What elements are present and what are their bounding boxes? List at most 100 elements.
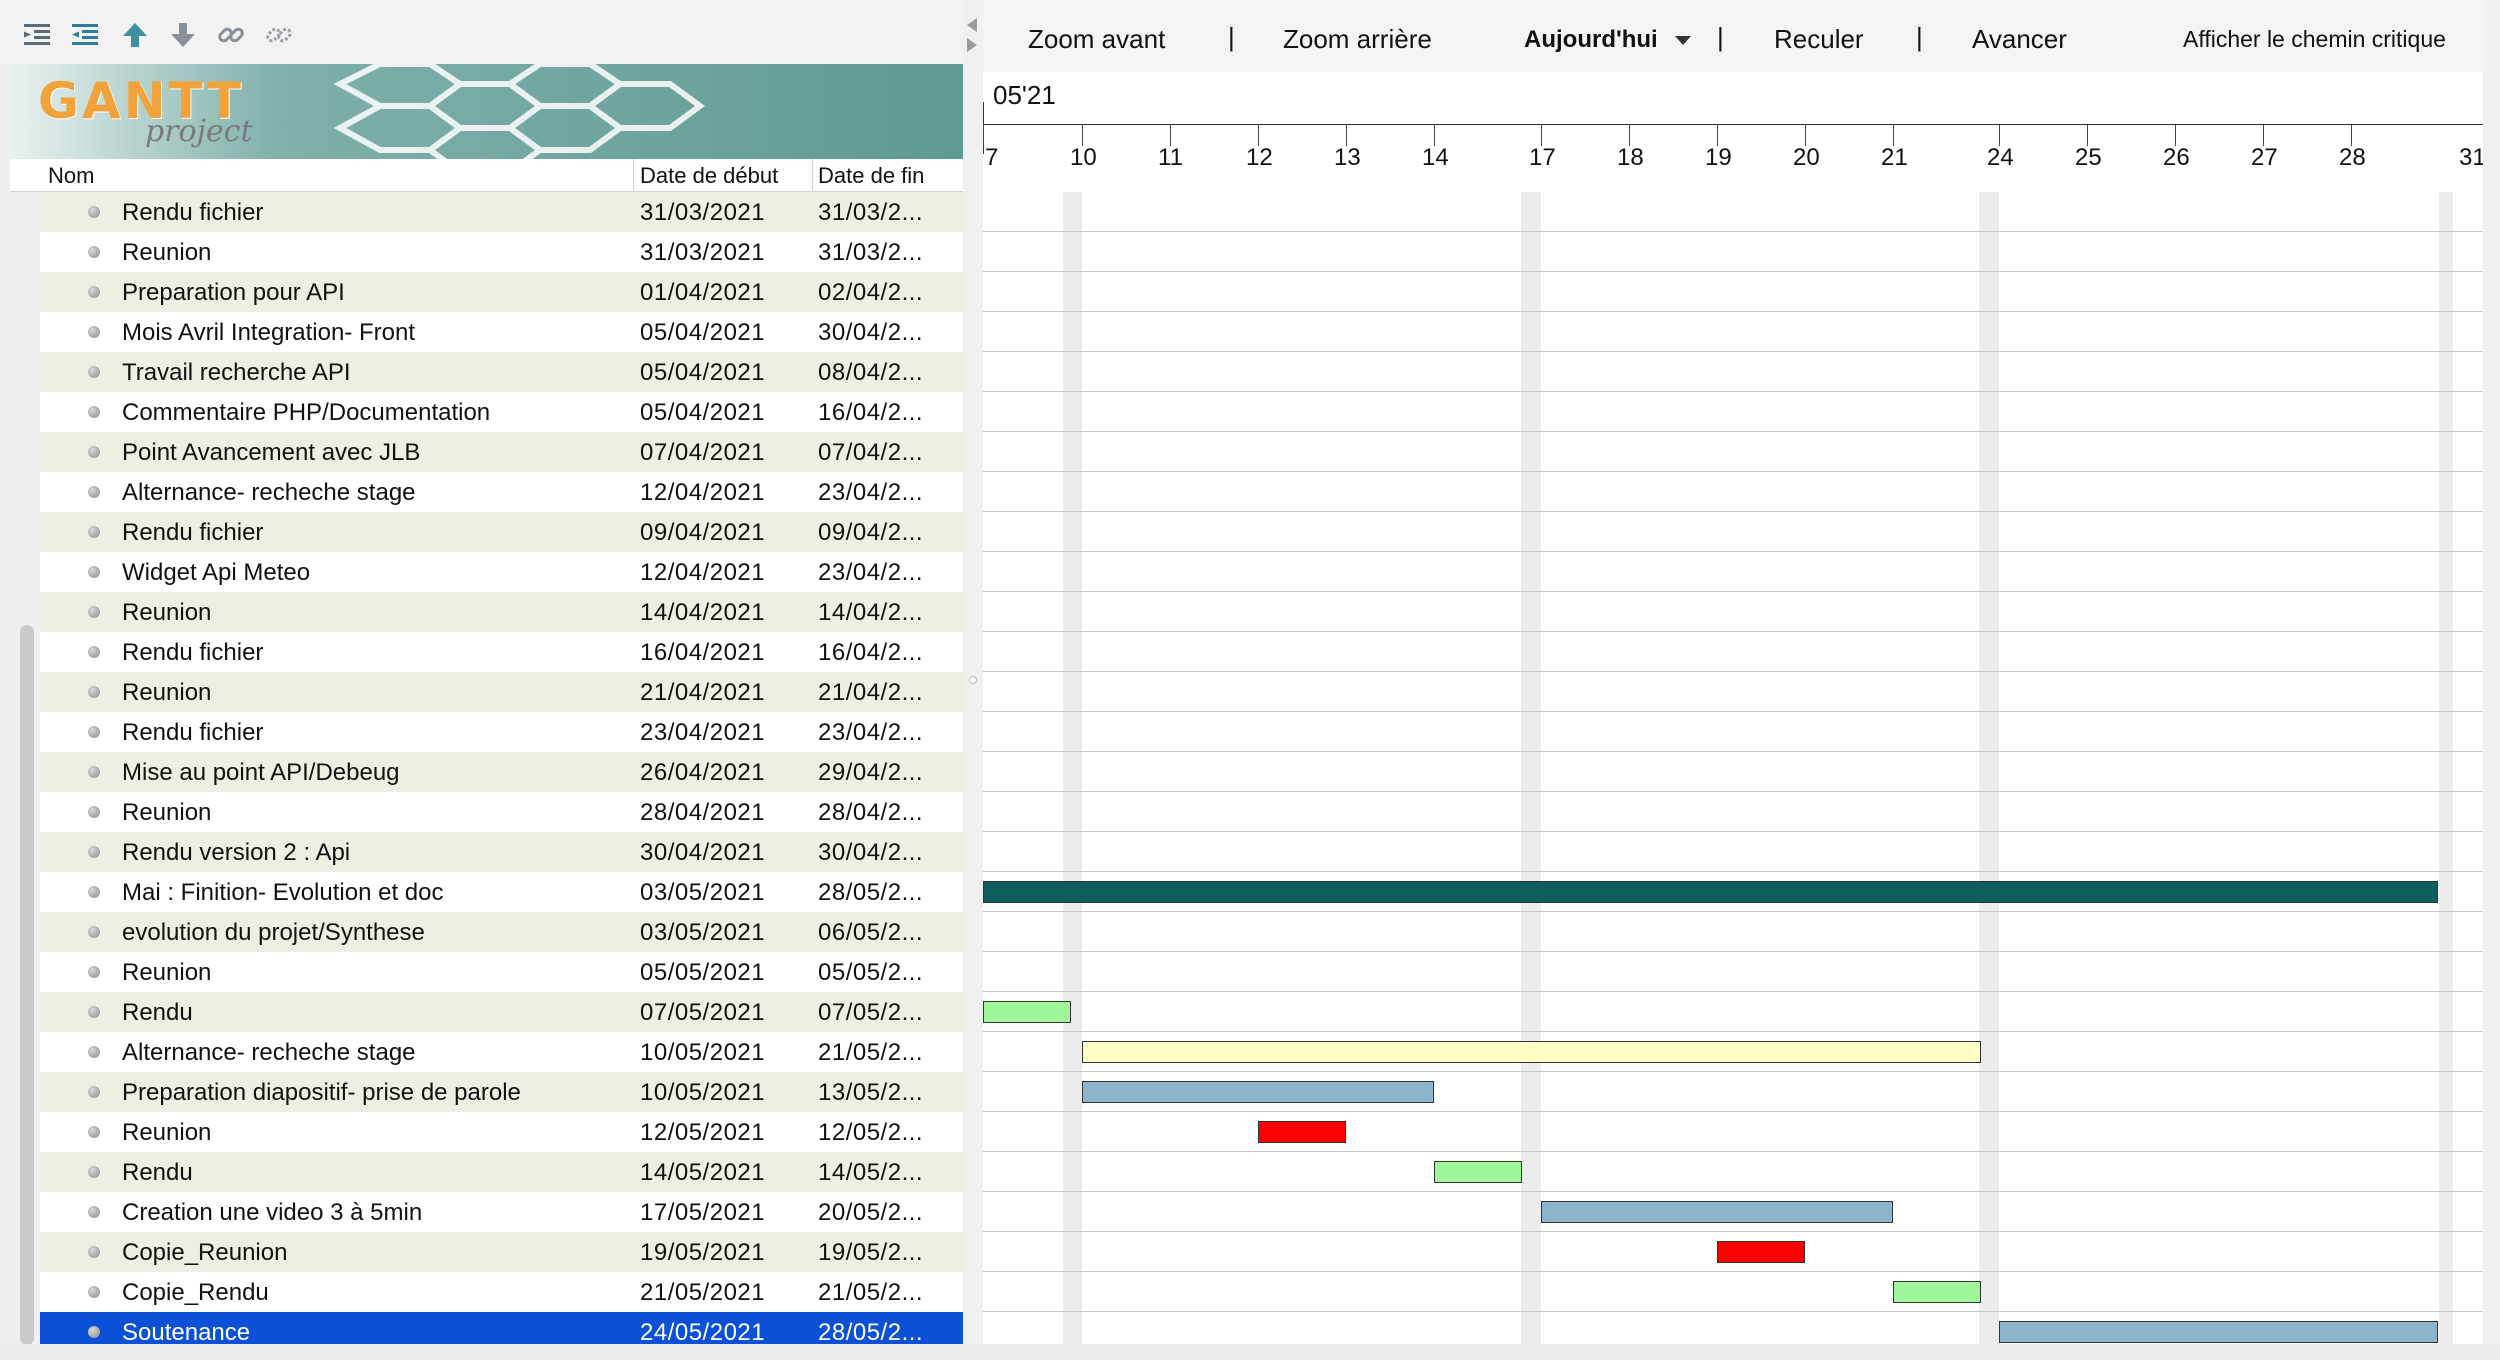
collapse-left-icon[interactable] xyxy=(967,18,977,32)
column-header-name[interactable]: Nom xyxy=(48,163,94,189)
task-row[interactable]: Rendu fichier 31/03/2021 31/03/2... xyxy=(40,192,963,232)
task-end-date[interactable]: 28/04/2... xyxy=(818,799,923,827)
task-name[interactable]: Reunion xyxy=(122,799,211,827)
indent-icon[interactable] xyxy=(68,18,102,52)
task-start-date[interactable]: 01/04/2021 xyxy=(640,279,765,307)
task-end-date[interactable]: 31/03/2... xyxy=(818,199,923,227)
task-end-date[interactable]: 23/04/2... xyxy=(818,559,923,587)
task-row[interactable]: Rendu fichier 09/04/2021 09/04/2... xyxy=(40,512,963,552)
task-end-date[interactable]: 09/04/2... xyxy=(818,519,923,547)
task-start-date[interactable]: 10/05/2021 xyxy=(640,1039,765,1067)
task-start-date[interactable]: 17/05/2021 xyxy=(640,1199,765,1227)
column-separator[interactable] xyxy=(812,159,813,192)
task-name[interactable]: Rendu fichier xyxy=(122,199,263,227)
task-name[interactable]: Rendu fichier xyxy=(122,719,263,747)
task-end-date[interactable]: 02/04/2... xyxy=(818,279,923,307)
task-row[interactable]: Alternance- recheche stage 12/04/2021 23/0… xyxy=(40,472,963,512)
task-bar[interactable] xyxy=(1999,1321,2438,1343)
task-start-date[interactable]: 03/05/2021 xyxy=(640,919,765,947)
task-name[interactable]: Preparation pour API xyxy=(122,279,345,307)
task-end-date[interactable]: 21/05/2... xyxy=(818,1279,923,1307)
task-bar[interactable] xyxy=(1893,1281,1981,1303)
task-start-date[interactable]: 12/04/2021 xyxy=(640,559,765,587)
task-name[interactable]: Rendu xyxy=(122,1159,193,1187)
task-start-date[interactable]: 28/04/2021 xyxy=(640,799,765,827)
task-row[interactable]: Copie_Reunion 19/05/2021 19/05/2... xyxy=(40,1232,963,1272)
task-bar[interactable] xyxy=(1082,1041,1981,1063)
task-name[interactable]: Copie_Rendu xyxy=(122,1279,269,1307)
task-start-date[interactable]: 21/05/2021 xyxy=(640,1279,765,1307)
task-end-date[interactable]: 19/05/2... xyxy=(818,1239,923,1267)
task-end-date[interactable]: 14/04/2... xyxy=(818,599,923,627)
task-end-date[interactable]: 31/03/2... xyxy=(818,239,923,267)
task-bar[interactable] xyxy=(1434,1161,1522,1183)
task-bar[interactable] xyxy=(1258,1121,1346,1143)
task-end-date[interactable]: 28/05/2... xyxy=(818,1319,923,1347)
task-row[interactable]: Mai : Finition- Evolution et doc 03/05/20… xyxy=(40,872,963,912)
task-start-date[interactable]: 07/05/2021 xyxy=(640,999,765,1027)
task-start-date[interactable]: 05/04/2021 xyxy=(640,319,765,347)
task-row[interactable]: Reunion 05/05/2021 05/05/2... xyxy=(40,952,963,992)
task-start-date[interactable]: 24/05/2021 xyxy=(640,1319,765,1347)
task-name[interactable]: Point Avancement avec JLB xyxy=(122,439,420,467)
task-row[interactable]: Rendu version 2 : Api 30/04/2021 30/04/2..… xyxy=(40,832,963,872)
task-row[interactable]: Rendu fichier 16/04/2021 16/04/2... xyxy=(40,632,963,672)
task-start-date[interactable]: 09/04/2021 xyxy=(640,519,765,547)
task-row[interactable]: Rendu fichier 23/04/2021 23/04/2... xyxy=(40,712,963,752)
task-end-date[interactable]: 16/04/2... xyxy=(818,399,923,427)
column-separator[interactable] xyxy=(633,159,634,192)
chevron-down-icon[interactable] xyxy=(1675,36,1691,45)
move-down-icon[interactable] xyxy=(166,18,200,52)
task-row[interactable]: Preparation diapositif- prise de parole 1… xyxy=(40,1072,963,1112)
task-row[interactable]: Rendu 14/05/2021 14/05/2... xyxy=(40,1152,963,1192)
task-end-date[interactable]: 21/04/2... xyxy=(818,679,923,707)
task-name[interactable]: Alternance- recheche stage xyxy=(122,479,416,507)
task-start-date[interactable]: 16/04/2021 xyxy=(640,639,765,667)
task-row[interactable]: Commentaire PHP/Documentation 05/04/2021 1… xyxy=(40,392,963,432)
today-dropdown[interactable]: Aujourd'hui xyxy=(1524,26,1658,54)
gantt-chart-area[interactable] xyxy=(983,192,2483,1344)
task-start-date[interactable]: 03/05/2021 xyxy=(640,879,765,907)
task-name[interactable]: Rendu fichier xyxy=(122,519,263,547)
task-row[interactable]: Reunion 31/03/2021 31/03/2... xyxy=(40,232,963,272)
task-start-date[interactable]: 31/03/2021 xyxy=(640,239,765,267)
collapse-right-icon[interactable] xyxy=(967,38,977,52)
outdent-icon[interactable] xyxy=(20,18,54,52)
task-end-date[interactable]: 07/04/2... xyxy=(818,439,923,467)
task-name[interactable]: Mise au point API/Debeug xyxy=(122,759,400,787)
task-end-date[interactable]: 05/05/2... xyxy=(818,959,923,987)
zoom-out-button[interactable]: Zoom arrière xyxy=(1283,24,1432,55)
task-start-date[interactable]: 31/03/2021 xyxy=(640,199,765,227)
task-end-date[interactable]: 07/05/2... xyxy=(818,999,923,1027)
task-end-date[interactable]: 30/04/2... xyxy=(818,839,923,867)
task-start-date[interactable]: 05/04/2021 xyxy=(640,399,765,427)
task-row[interactable]: Reunion 12/05/2021 12/05/2... xyxy=(40,1112,963,1152)
task-name[interactable]: Widget Api Meteo xyxy=(122,559,310,587)
task-name[interactable]: Reunion xyxy=(122,1119,211,1147)
task-name[interactable]: Rendu fichier xyxy=(122,639,263,667)
task-row[interactable]: Reunion 28/04/2021 28/04/2... xyxy=(40,792,963,832)
task-name[interactable]: Mai : Finition- Evolution et doc xyxy=(122,879,443,907)
task-start-date[interactable]: 12/05/2021 xyxy=(640,1119,765,1147)
task-row[interactable]: Rendu 07/05/2021 07/05/2... xyxy=(40,992,963,1032)
splitter-handle[interactable] xyxy=(969,676,977,684)
task-end-date[interactable]: 28/05/2... xyxy=(818,879,923,907)
task-row[interactable]: Creation une video 3 à 5min 17/05/2021 20/… xyxy=(40,1192,963,1232)
task-start-date[interactable]: 05/04/2021 xyxy=(640,359,765,387)
task-name[interactable]: evolution du projet/Synthese xyxy=(122,919,425,947)
task-start-date[interactable]: 26/04/2021 xyxy=(640,759,765,787)
task-end-date[interactable]: 20/05/2... xyxy=(818,1199,923,1227)
task-name[interactable]: Reunion xyxy=(122,679,211,707)
task-start-date[interactable]: 07/04/2021 xyxy=(640,439,765,467)
unlink-icon[interactable] xyxy=(262,18,296,52)
task-row[interactable]: Mise au point API/Debeug 26/04/2021 29/04/… xyxy=(40,752,963,792)
task-row[interactable]: Reunion 21/04/2021 21/04/2... xyxy=(40,672,963,712)
task-start-date[interactable]: 14/05/2021 xyxy=(640,1159,765,1187)
task-bar[interactable] xyxy=(1541,1201,1893,1223)
task-name[interactable]: Rendu version 2 : Api xyxy=(122,839,350,867)
move-up-icon[interactable] xyxy=(118,18,152,52)
task-name[interactable]: Travail recherche API xyxy=(122,359,351,387)
column-header-end[interactable]: Date de fin xyxy=(818,163,924,189)
task-name[interactable]: Copie_Reunion xyxy=(122,1239,287,1267)
vertical-scrollbar-thumb[interactable] xyxy=(20,625,34,1345)
